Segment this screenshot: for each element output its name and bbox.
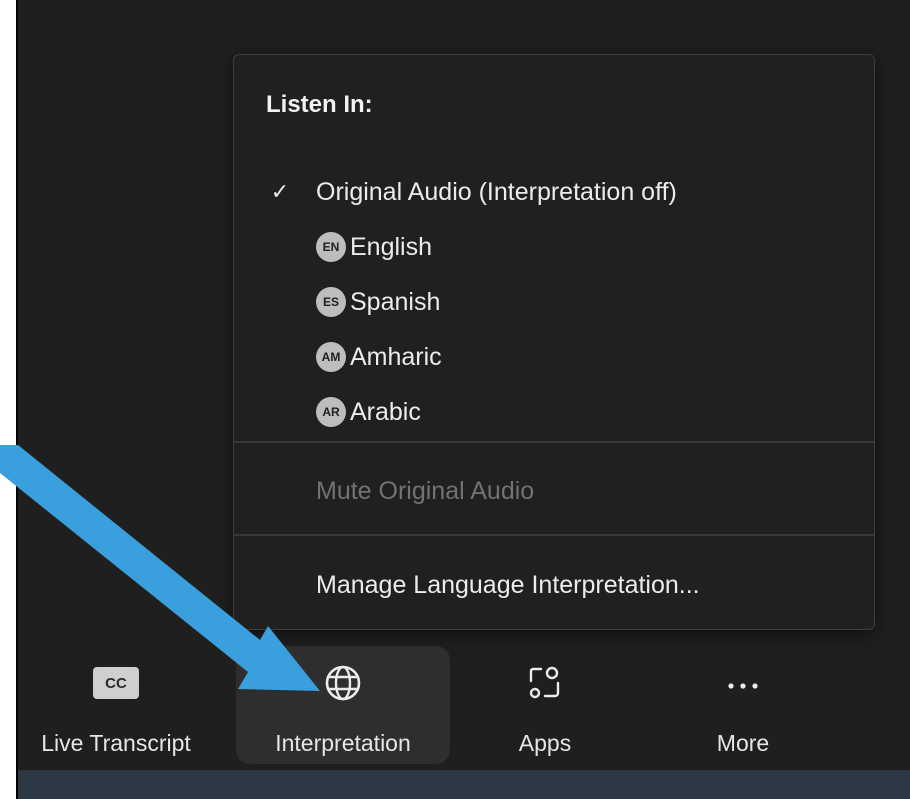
- interpretation-icon-wrap: [323, 646, 363, 710]
- live-transcript-label: Live Transcript: [41, 730, 191, 756]
- interpretation-menu: Listen In: ✓ Original Audio (Interpretat…: [233, 54, 875, 630]
- menu-divider: [234, 534, 874, 536]
- meeting-window: Listen In: ✓ Original Audio (Interpretat…: [18, 0, 910, 799]
- globe-icon: [325, 665, 361, 701]
- menu-heading: Listen In:: [266, 91, 373, 118]
- manage-interpretation-label: Manage Language Interpretation...: [316, 570, 700, 599]
- checkmark-icon: ✓: [270, 179, 290, 204]
- ellipsis-icon: [728, 683, 758, 689]
- language-badge-icon: EN: [316, 232, 346, 262]
- more-icon-wrap: [723, 646, 763, 710]
- language-badge-icon: ES: [316, 287, 346, 317]
- menu-item-spanish[interactable]: ES Spanish: [234, 276, 874, 328]
- menu-item-original-audio[interactable]: ✓ Original Audio (Interpretation off): [234, 166, 874, 218]
- apps-label: Apps: [518, 730, 572, 756]
- original-audio-label: Original Audio (Interpretation off): [316, 177, 677, 206]
- language-badge-icon: AM: [316, 342, 346, 372]
- language-badge-icon: AR: [316, 397, 346, 427]
- more-label: More: [716, 730, 770, 756]
- menu-item-amharic[interactable]: AM Amharic: [234, 331, 874, 383]
- menu-divider: [234, 441, 874, 443]
- mute-original-label: Mute Original Audio: [316, 476, 535, 505]
- menu-item-english[interactable]: EN English: [234, 221, 874, 273]
- language-label: Spanish: [350, 287, 441, 316]
- language-label: Arabic: [350, 397, 421, 426]
- interpretation-label: Interpretation: [275, 730, 411, 756]
- menu-item-manage-interpretation[interactable]: Manage Language Interpretation...: [234, 559, 874, 611]
- more-button[interactable]: More: [668, 646, 818, 764]
- interpretation-button[interactable]: Interpretation: [236, 646, 450, 764]
- language-label: English: [350, 232, 432, 261]
- apps-icon: [529, 666, 560, 699]
- live-transcript-icon-wrap: CC: [93, 646, 139, 710]
- apps-icon-wrap: [525, 646, 565, 710]
- language-label: Amharic: [350, 342, 442, 371]
- menu-item-arabic[interactable]: AR Arabic: [234, 386, 874, 438]
- cc-icon: CC: [93, 667, 139, 699]
- menu-item-mute-original-audio: Mute Original Audio: [234, 465, 874, 517]
- video-strip: [18, 770, 910, 799]
- apps-button[interactable]: Apps: [470, 646, 620, 764]
- live-transcript-button[interactable]: CC Live Transcript: [20, 646, 212, 764]
